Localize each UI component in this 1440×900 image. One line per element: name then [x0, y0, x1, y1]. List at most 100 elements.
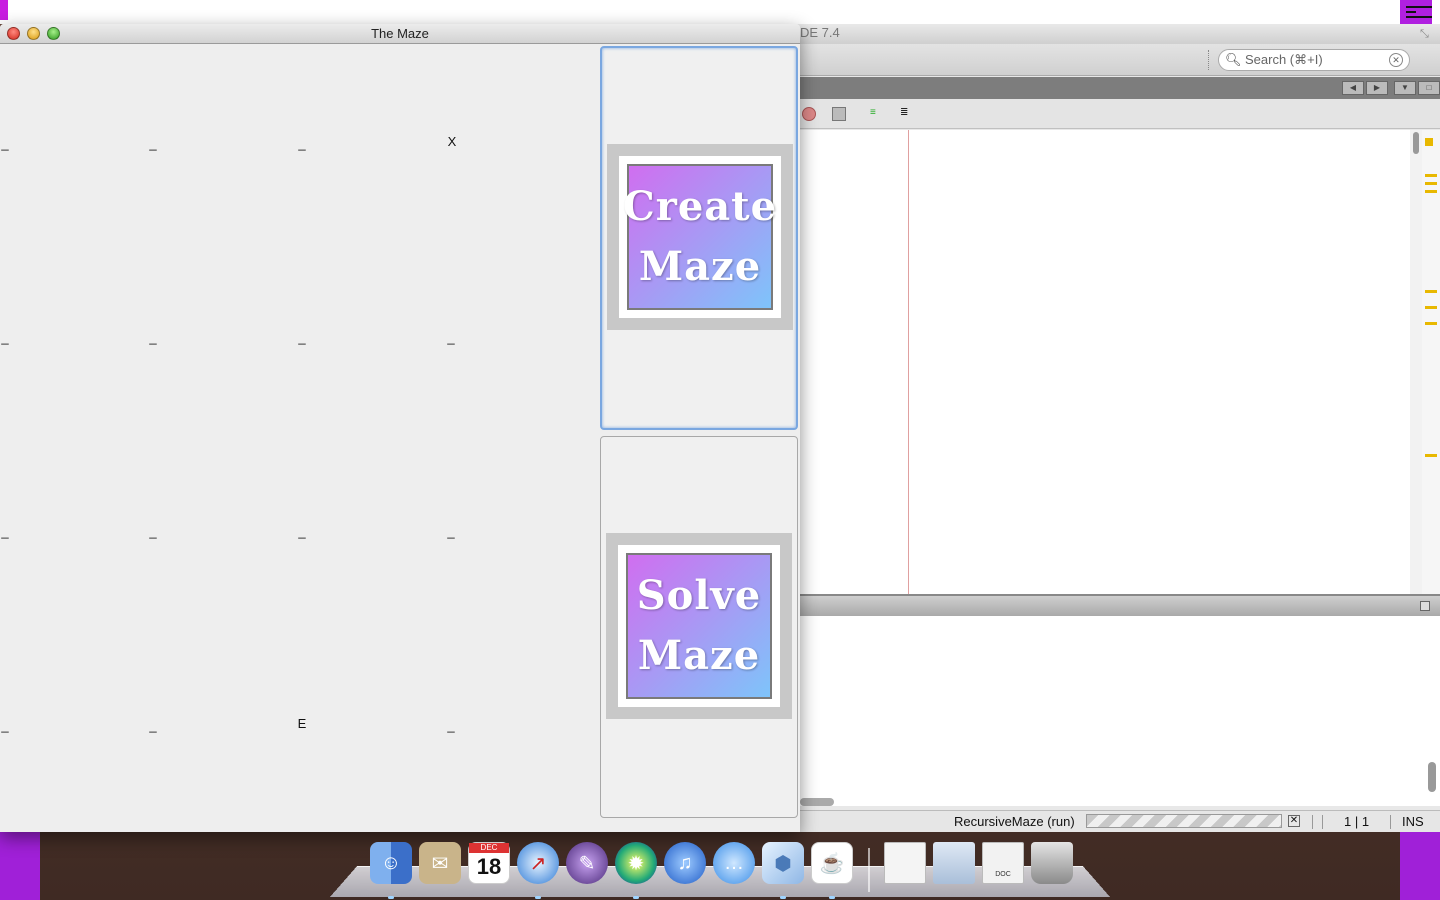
- running-indicator: [535, 896, 541, 899]
- dock-divider: [868, 848, 870, 892]
- cancel-run-icon[interactable]: ✕: [1288, 815, 1300, 827]
- stripe-marker[interactable]: [1425, 322, 1437, 325]
- files-icon[interactable]: [933, 842, 975, 884]
- calendar-icon[interactable]: DEC 18: [468, 842, 510, 884]
- mail-icon[interactable]: ✉: [419, 842, 461, 884]
- create-maze-image: Create Maze: [607, 144, 793, 330]
- search-input[interactable]: 🔍︎ Search (⌘+I) ✕: [1218, 49, 1410, 71]
- status-bar: RecursiveMaze (run) ✕ 1 | 1 INS: [790, 810, 1440, 832]
- search-placeholder: Search (⌘+I): [1245, 52, 1323, 67]
- uncomment-icon[interactable]: ≣: [900, 107, 914, 121]
- stripe-marker[interactable]: [1425, 182, 1437, 185]
- scroll-tabs-left-icon[interactable]: ◀: [1342, 81, 1364, 95]
- trash-icon[interactable]: [1031, 842, 1073, 884]
- itunes-icon[interactable]: ♫: [664, 842, 706, 884]
- output-hscroll[interactable]: [800, 798, 834, 806]
- finder-icon[interactable]: ☺: [370, 842, 412, 884]
- maze-cell: _: [298, 524, 306, 539]
- calendar-day: 18: [476, 854, 502, 879]
- editor-scrollbar[interactable]: [1410, 130, 1422, 594]
- game-icon[interactable]: ✹: [615, 842, 657, 884]
- maze-cell: E: [297, 716, 307, 731]
- insert-mode: INS: [1402, 814, 1424, 829]
- stripe-marker[interactable]: [1425, 174, 1437, 177]
- comment-icon[interactable]: ≡: [870, 107, 884, 121]
- maze-cell: _: [1, 524, 9, 539]
- right-margin-line: [908, 130, 909, 594]
- maze-window-title: The Maze: [371, 26, 429, 41]
- run-status-label: RecursiveMaze (run): [954, 814, 1075, 829]
- running-indicator: [633, 896, 639, 899]
- maze-cell: _: [298, 330, 306, 345]
- desktop-accent-left: [0, 832, 40, 900]
- maze-window: The Maze _ _ _ X _ _ _ _ _ _ _ _ _ _ E _…: [0, 24, 800, 832]
- solve-maze-image: Solve Maze: [606, 533, 792, 719]
- code-editor[interactable]: [800, 130, 1410, 594]
- create-maze-label-line1: Create: [622, 183, 778, 230]
- doc-file-icon[interactable]: DOC: [982, 842, 1024, 884]
- maximize-editor-icon[interactable]: □: [1418, 81, 1440, 95]
- maze-cell: _: [1, 718, 9, 733]
- stripe-marker[interactable]: [1425, 454, 1437, 457]
- stop-macro-icon[interactable]: [832, 107, 846, 121]
- maze-cell: _: [149, 718, 157, 733]
- solve-maze-button[interactable]: Solve Maze: [600, 436, 798, 818]
- editor-tab-bar: ◀ ▶ ▼ □: [790, 77, 1440, 99]
- fullscreen-icon[interactable]: ⤡: [1420, 28, 1434, 42]
- menu-bar: [0, 0, 1440, 24]
- maze-cell: X: [447, 134, 457, 149]
- calendar-month: DEC: [469, 843, 509, 853]
- maze-cell: _: [447, 718, 455, 733]
- running-indicator: [780, 896, 786, 899]
- cube-icon[interactable]: ⬢: [762, 842, 804, 884]
- solve-maze-label-line1: Solve: [636, 572, 762, 619]
- java-icon[interactable]: ☕: [811, 842, 853, 884]
- document-icon[interactable]: [884, 842, 926, 884]
- quill-icon[interactable]: ✎: [566, 842, 608, 884]
- status-divider: [1390, 815, 1391, 829]
- status-divider: [1312, 815, 1313, 829]
- toolbar-separator: [1208, 50, 1209, 70]
- maze-cell: _: [149, 136, 157, 151]
- running-indicator: [388, 896, 394, 899]
- status-divider: [1322, 815, 1323, 829]
- search-icon: 🔍︎: [1225, 52, 1242, 67]
- run-progress-bar: [1086, 814, 1282, 828]
- safari-icon[interactable]: ↗: [517, 842, 559, 884]
- output-vscroll[interactable]: [1428, 762, 1436, 792]
- minimize-output-icon[interactable]: [1420, 601, 1430, 611]
- maze-cell: _: [149, 330, 157, 345]
- stripe-marker[interactable]: [1425, 306, 1437, 309]
- maze-cell: _: [1, 330, 9, 345]
- record-macro-icon[interactable]: [802, 107, 816, 121]
- corner-accent: [0, 0, 8, 20]
- error-stripe: [1422, 130, 1440, 594]
- ide-toolbar: 🔍︎ Search (⌘+I) ✕: [790, 44, 1440, 76]
- create-maze-button[interactable]: Create Maze: [600, 46, 798, 430]
- maze-cell: _: [149, 524, 157, 539]
- warning-marker[interactable]: [1425, 138, 1433, 146]
- maze-cell: _: [1, 136, 9, 151]
- scrollbar-thumb[interactable]: [1413, 132, 1419, 154]
- output-header: [790, 594, 1440, 616]
- stripe-marker[interactable]: [1425, 190, 1437, 193]
- scroll-tabs-right-icon[interactable]: ▶: [1366, 81, 1388, 95]
- clear-search-icon[interactable]: ✕: [1389, 53, 1403, 67]
- ide-window: DE 7.4 ⤡ 🔍︎ Search (⌘+I) ✕ ◀ ▶ ▼ □ ≡ ≣ R…: [790, 24, 1440, 832]
- tab-list-icon[interactable]: ▼: [1394, 81, 1416, 95]
- editor-toolbar: ≡ ≣: [790, 99, 1440, 129]
- maze-title-bar[interactable]: The Maze: [0, 24, 800, 44]
- messages-icon[interactable]: …: [713, 842, 755, 884]
- create-maze-label-line2: Maze: [638, 243, 762, 290]
- stripe-marker[interactable]: [1425, 290, 1437, 293]
- doc-file-label: DOC: [995, 871, 1011, 878]
- maze-cell: _: [447, 330, 455, 345]
- ide-title-bar[interactable]: DE 7.4 ⤡: [790, 24, 1440, 44]
- ide-title-text: DE 7.4: [800, 25, 840, 40]
- menu-lines-icon[interactable]: [1400, 0, 1432, 24]
- desktop-accent-right: [1400, 832, 1440, 900]
- maze-cell: _: [298, 136, 306, 151]
- running-indicator: [829, 896, 835, 899]
- output-panel[interactable]: [800, 616, 1440, 806]
- caret-position: 1 | 1: [1344, 814, 1370, 829]
